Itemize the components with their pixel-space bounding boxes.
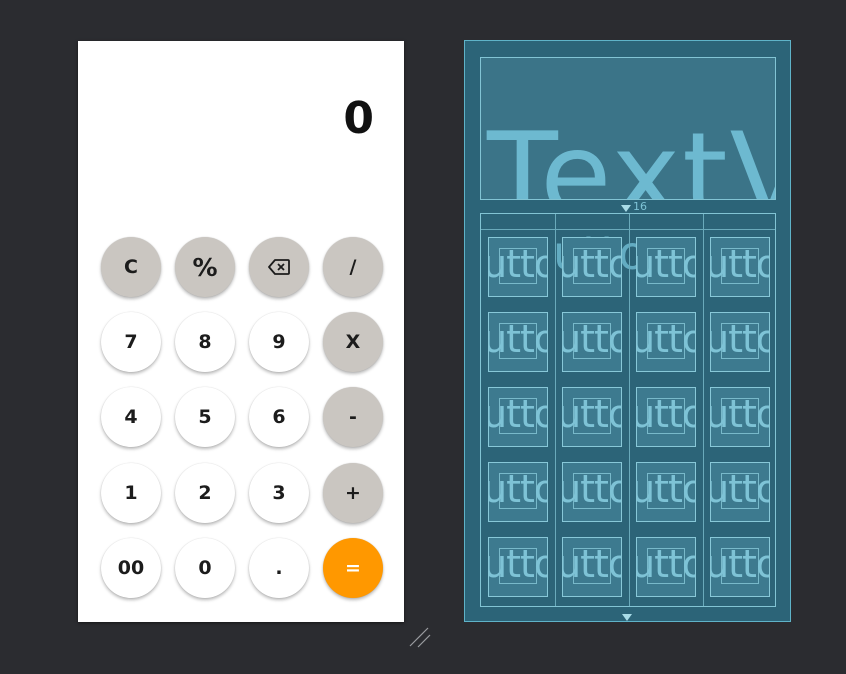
digit-8-button[interactable]: 8 xyxy=(175,312,235,372)
blueprint-button-cell[interactable]: utto xyxy=(562,537,622,597)
blueprint-cell-label: utto xyxy=(563,467,621,511)
button-label: . xyxy=(275,557,283,579)
button-label: C xyxy=(124,256,138,278)
blueprint-textview-watermark: TextView xyxy=(487,108,775,200)
digit-3-button[interactable]: 3 xyxy=(249,463,309,523)
digit-1-button[interactable]: 1 xyxy=(101,463,161,523)
blueprint-display-area[interactable]: TextView xyxy=(480,57,776,200)
blueprint-button-cell[interactable]: utto xyxy=(710,387,770,447)
button-label: 3 xyxy=(272,482,286,504)
button-label: 00 xyxy=(117,557,145,579)
resize-handle-icon[interactable] xyxy=(408,626,432,650)
margin-arrow-icon xyxy=(621,205,631,212)
blueprint-button-cell[interactable]: utto xyxy=(710,537,770,597)
button-label: + xyxy=(345,482,361,504)
blueprint-cell-label: utto xyxy=(711,317,769,361)
percent-button[interactable]: % xyxy=(175,237,235,297)
blueprint-cell-label: utto xyxy=(563,242,621,286)
button-label: 9 xyxy=(272,331,286,353)
blueprint-button-cell[interactable]: utto xyxy=(562,237,622,297)
digit-5-button[interactable]: 5 xyxy=(175,387,235,447)
blueprint-cell-label: utto xyxy=(563,317,621,361)
blueprint-cell-label: utto xyxy=(489,542,547,586)
blueprint-button-cell[interactable]: utto xyxy=(636,462,696,522)
blueprint-cell-label: utto xyxy=(637,467,695,511)
button-label: X xyxy=(345,331,361,353)
blueprint-cell-label: utto xyxy=(489,317,547,361)
digit-2-button[interactable]: 2 xyxy=(175,463,235,523)
double-zero-button[interactable]: 00 xyxy=(101,538,161,598)
button-label: 5 xyxy=(198,406,212,428)
digit-6-button[interactable]: 6 xyxy=(249,387,309,447)
button-label: - xyxy=(349,406,357,428)
blueprint-button-cell[interactable]: utto xyxy=(710,462,770,522)
blueprint-cell-label: utto xyxy=(489,392,547,436)
blueprint-button-cell[interactable]: utto xyxy=(488,537,548,597)
result-display: 0 xyxy=(343,93,374,144)
blueprint-cell-label: utto xyxy=(489,467,547,511)
blueprint-preview: TextView 16 utton uttouttouttouttouttout… xyxy=(464,40,791,622)
button-label: 2 xyxy=(198,482,212,504)
multiply-button[interactable]: X xyxy=(323,312,383,372)
button-label: % xyxy=(192,252,218,282)
blueprint-cell-label: utto xyxy=(711,392,769,436)
button-label: 6 xyxy=(272,406,286,428)
blueprint-cell-label: utto xyxy=(711,467,769,511)
blueprint-cell-label: utto xyxy=(637,542,695,586)
blueprint-row-divider xyxy=(481,229,775,230)
button-label: 0 xyxy=(198,557,212,579)
blueprint-cell-label: utto xyxy=(637,242,695,286)
blueprint-button-cell[interactable]: utto xyxy=(636,312,696,372)
blueprint-button-cell[interactable]: utto xyxy=(636,537,696,597)
backspace-icon xyxy=(268,259,290,275)
blueprint-button-grid[interactable]: utton uttouttouttouttouttouttouttouttout… xyxy=(480,213,776,607)
blueprint-cell-label: utto xyxy=(563,542,621,586)
equals-button[interactable]: = xyxy=(323,538,383,598)
blueprint-cell-label: utto xyxy=(637,317,695,361)
subtract-button[interactable]: - xyxy=(323,387,383,447)
add-button[interactable]: + xyxy=(323,463,383,523)
blueprint-cell-label: utto xyxy=(711,242,769,286)
blueprint-button-cell[interactable]: utto xyxy=(636,387,696,447)
blueprint-cell-label: utto xyxy=(711,542,769,586)
bottom-arrow-icon xyxy=(622,614,632,621)
margin-label: 16 xyxy=(633,200,647,213)
blueprint-button-cell[interactable]: utto xyxy=(488,462,548,522)
blueprint-button-cell[interactable]: utto xyxy=(562,312,622,372)
design-preview: 0 C%/7 8 9 X 4 5 6-1 2 3 +00 0. = xyxy=(78,41,404,622)
blueprint-cell-label: utto xyxy=(563,392,621,436)
blueprint-cell-label: utto xyxy=(637,392,695,436)
button-label: 1 xyxy=(124,482,138,504)
blueprint-button-cell[interactable]: utto xyxy=(488,312,548,372)
blueprint-button-cell[interactable]: utto xyxy=(488,237,548,297)
digit-4-button[interactable]: 4 xyxy=(101,387,161,447)
backspace-button[interactable] xyxy=(249,237,309,297)
button-label: / xyxy=(349,256,357,278)
blueprint-button-cell[interactable]: utto xyxy=(636,237,696,297)
digit-7-button[interactable]: 7 xyxy=(101,312,161,372)
clear-button[interactable]: C xyxy=(101,237,161,297)
button-label: = xyxy=(345,557,361,579)
button-label: 7 xyxy=(124,331,138,353)
blueprint-button-cell[interactable]: utto xyxy=(488,387,548,447)
digit-0-button[interactable]: 0 xyxy=(175,538,235,598)
button-label: 4 xyxy=(124,406,138,428)
blueprint-button-cell[interactable]: utto xyxy=(710,237,770,297)
decimal-button[interactable]: . xyxy=(249,538,309,598)
blueprint-button-cell[interactable]: utto xyxy=(562,462,622,522)
blueprint-button-cell[interactable]: utto xyxy=(562,387,622,447)
digit-9-button[interactable]: 9 xyxy=(249,312,309,372)
button-label: 8 xyxy=(198,331,212,353)
divide-button[interactable]: / xyxy=(323,237,383,297)
blueprint-cell-label: utto xyxy=(489,242,547,286)
blueprint-button-cell[interactable]: utto xyxy=(710,312,770,372)
